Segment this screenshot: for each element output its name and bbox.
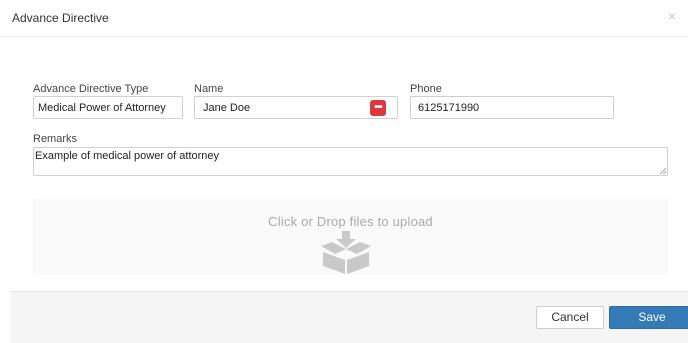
file-dropzone[interactable]: Click or Drop files to upload xyxy=(33,199,668,275)
phone-label: Phone xyxy=(410,83,442,95)
dropzone-text: Click or Drop files to upload xyxy=(268,214,433,229)
password-dots-icon[interactable]: ••• xyxy=(370,100,386,116)
name-value: Jane Doe xyxy=(203,102,251,114)
remarks-label: Remarks xyxy=(33,133,78,145)
dialog-footer: Cancel Save xyxy=(11,291,688,343)
dialog-title: Advance Directive xyxy=(12,11,109,25)
resize-grip-icon[interactable] xyxy=(660,168,666,174)
name-label: Name xyxy=(194,83,224,95)
advance-directive-dialog: Advance Directive × Advance Directive Ty… xyxy=(0,0,688,343)
box-download-icon xyxy=(321,231,371,274)
name-field[interactable]: Jane Doe xyxy=(194,96,398,119)
advance-directive-type-label: Advance Directive Type xyxy=(33,83,149,95)
phone-field[interactable]: 6125171990 xyxy=(410,96,614,119)
advance-directive-type-field[interactable]: Medical Power of Attorney xyxy=(33,96,183,119)
close-icon[interactable]: × xyxy=(668,9,676,23)
remarks-textarea[interactable]: Example of medical power of attorney xyxy=(33,147,668,176)
cancel-button[interactable]: Cancel xyxy=(536,306,604,329)
dialog-header: Advance Directive × xyxy=(0,0,688,37)
save-button[interactable]: Save xyxy=(609,306,688,329)
remarks-value: Example of medical power of attorney xyxy=(35,150,220,162)
